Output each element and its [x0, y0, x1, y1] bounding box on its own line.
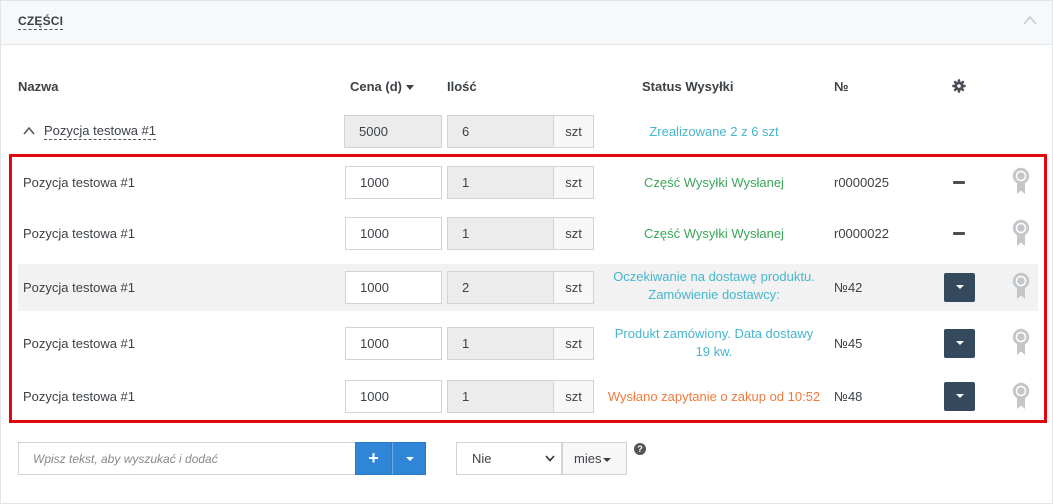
row-unit: szt	[553, 166, 594, 199]
row-status: Część Wysyłki Wysłanej	[644, 226, 784, 241]
award-icon[interactable]	[1012, 219, 1030, 247]
row-price-input[interactable]: 1000	[345, 271, 442, 304]
column-header-name: Nazwa	[18, 79, 59, 94]
caret-down-icon	[603, 457, 612, 462]
row-number: №42	[834, 280, 863, 295]
group-price-field: 5000	[344, 115, 442, 148]
row-status: Oczekiwanie na dostawę produktu. Zamówie…	[601, 268, 827, 304]
row-status-line2: 19 kw.	[695, 344, 733, 359]
row-actions-dropdown[interactable]	[944, 273, 975, 302]
column-header-number: №	[834, 79, 849, 94]
row-qty-field: 1	[447, 380, 554, 413]
row-name: Pozycja testowa #1	[23, 226, 136, 241]
row-actions-dropdown[interactable]	[944, 382, 975, 411]
period-select-value: Nie	[472, 451, 492, 466]
add-button[interactable]: +	[355, 442, 392, 475]
row-qty-field: 2	[447, 271, 554, 304]
caret-down-icon	[956, 394, 964, 398]
row-actions-dropdown[interactable]	[944, 329, 975, 358]
sort-caret-icon	[406, 85, 414, 91]
row-status: Część Wysyłki Wysłanej	[644, 175, 784, 190]
award-icon[interactable]	[1012, 382, 1030, 410]
row-status-line1: Oczekiwanie na dostawę produktu.	[613, 269, 815, 284]
column-header-price[interactable]: Cena (d)	[350, 79, 414, 94]
row-unit: szt	[553, 271, 594, 304]
award-icon[interactable]	[1012, 272, 1030, 300]
row-unit: szt	[553, 380, 594, 413]
minus-icon[interactable]	[953, 232, 965, 235]
row-unit: szt	[553, 327, 594, 360]
group-qty-field: 6	[447, 115, 554, 148]
row-qty-field: 1	[447, 327, 554, 360]
caret-down-icon	[956, 285, 964, 289]
minus-icon[interactable]	[953, 181, 965, 184]
help-icon[interactable]: ?	[634, 443, 646, 455]
column-header-status: Status Wysyłki	[642, 79, 734, 94]
panel-header: CZĘŚCI	[1, 1, 1052, 45]
row-status-line1: Produkt zamówiony. Data dostawy	[614, 326, 814, 341]
row-name: Pozycja testowa #1	[23, 280, 136, 295]
column-header-price-label: Cena (d)	[350, 79, 402, 94]
row-price-input[interactable]: 1000	[345, 166, 442, 199]
row-qty-field: 1	[447, 166, 554, 199]
row-number: r0000022	[834, 226, 889, 241]
period-unit-label: mies	[574, 451, 602, 466]
row-qty-field: 1	[447, 217, 554, 250]
row-name: Pozycja testowa #1	[23, 175, 136, 190]
row-price-input[interactable]: 1000	[345, 380, 442, 413]
row-status: Produkt zamówiony. Data dostawy 19 kw.	[601, 325, 827, 361]
award-icon[interactable]	[1012, 328, 1030, 356]
award-icon[interactable]	[1012, 167, 1030, 195]
period-unit-dropdown[interactable]: mies	[562, 442, 627, 475]
group-status: Zrealizowane 2 z 6 szt	[649, 124, 779, 139]
row-number: №48	[834, 389, 863, 404]
row-unit: szt	[553, 217, 594, 250]
caret-down-icon	[956, 341, 964, 345]
caret-down-icon	[406, 457, 414, 461]
row-number: r0000025	[834, 175, 889, 190]
period-select[interactable]: Nie	[456, 442, 562, 475]
chevron-down-icon	[545, 455, 555, 462]
row-price-input[interactable]: 1000	[345, 217, 442, 250]
row-name: Pozycja testowa #1	[23, 336, 136, 351]
gear-icon[interactable]	[952, 79, 966, 93]
row-status-line2: Zamówienie dostawcy:	[648, 287, 780, 302]
panel-title[interactable]: CZĘŚCI	[18, 14, 64, 30]
row-price-input[interactable]: 1000	[345, 327, 442, 360]
chevron-up-icon[interactable]	[23, 126, 35, 135]
search-input[interactable]	[18, 442, 356, 475]
row-status: Wysłano zapytanie o zakup od 10:52	[607, 389, 821, 404]
group-unit: szt	[553, 115, 594, 148]
row-name: Pozycja testowa #1	[23, 389, 136, 404]
row-number: №45	[834, 336, 863, 351]
parts-panel: CZĘŚCI Nazwa Cena (d) Ilość Status Wysył…	[0, 0, 1053, 504]
group-name[interactable]: Pozycja testowa #1	[44, 123, 157, 140]
column-header-qty: Ilość	[447, 79, 477, 94]
chevron-up-icon[interactable]	[1023, 15, 1037, 25]
add-options-dropdown[interactable]	[392, 442, 426, 475]
